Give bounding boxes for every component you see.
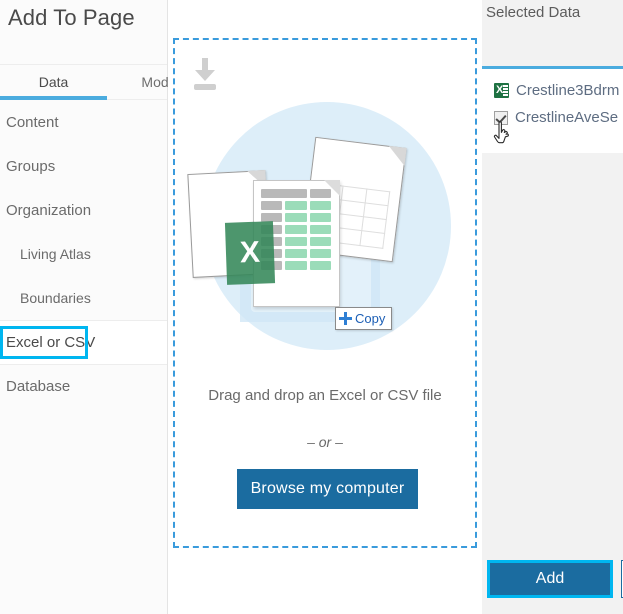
or-separator-label: – or –	[307, 434, 343, 450]
add-to-page-dialog: Add To Page Data Model Content Groups Or…	[0, 0, 623, 614]
dialog-footer: Add	[482, 550, 623, 614]
copy-badge-label: Copy	[355, 311, 386, 326]
main-content: X Copy Drag and drop an Excel or CSV fil…	[168, 0, 482, 614]
sidebar-item-boundaries[interactable]: Boundaries	[0, 276, 167, 320]
sidebar-item-organization[interactable]: Organization	[0, 188, 167, 232]
page-fold-corner	[386, 145, 407, 166]
list-item-label: CrestlineAveSe	[515, 109, 619, 126]
page-title: Add To Page	[8, 5, 135, 30]
drag-copy-badge: Copy	[335, 307, 393, 330]
sidebar-item-label: Organization	[6, 201, 92, 219]
excel-logo-badge: X	[224, 221, 276, 285]
sidebar-item-database[interactable]: Database	[0, 364, 167, 408]
drop-instruction-text: Drag and drop an Excel or CSV file	[208, 387, 442, 404]
sidebar: Add To Page Data Model Content Groups Or…	[0, 0, 180, 614]
tab-data[interactable]: Data	[0, 65, 107, 100]
excel-file-icon: X	[494, 83, 509, 98]
sidebar-item-label: Database	[6, 378, 71, 395]
file-drop-zone[interactable]: X Copy Drag and drop an Excel or CSV fil…	[173, 38, 477, 548]
sidebar-item-label: Excel or CSV	[6, 334, 96, 351]
tab-bar: Data Model	[0, 64, 180, 100]
checkbox-icon[interactable]	[494, 110, 508, 125]
browse-my-computer-button[interactable]: Browse my computer	[237, 469, 418, 509]
excel-letter: X	[239, 235, 261, 270]
sidebar-item-content[interactable]: Content	[0, 100, 167, 144]
selected-data-panel: Selected Data X Crestline3Bdrm Crestline…	[482, 0, 623, 614]
sidebar-item-groups[interactable]: Groups	[0, 144, 167, 188]
sidebar-item-label: Living Atlas	[20, 246, 91, 262]
list-item[interactable]: CrestlineAveSe	[482, 104, 623, 131]
selected-data-list: X Crestline3Bdrm CrestlineAveSe	[482, 66, 623, 153]
sidebar-item-excel-or-csv[interactable]: Excel or CSV	[0, 320, 167, 364]
sidebar-item-label: Content	[6, 113, 59, 131]
list-item-label: Crestline3Bdrm	[516, 82, 620, 99]
tab-data-label: Data	[38, 74, 69, 90]
sidebar-item-label: Groups	[6, 157, 56, 175]
list-item[interactable]: X Crestline3Bdrm	[482, 77, 623, 104]
add-button[interactable]: Add	[487, 560, 613, 598]
download-icon	[194, 58, 216, 90]
sidebar-item-label: Boundaries	[20, 290, 91, 306]
selected-data-title: Selected Data	[486, 4, 581, 21]
sidebar-item-living-atlas[interactable]: Living Atlas	[0, 232, 167, 276]
plus-icon	[339, 312, 352, 325]
sidebar-nav: Content Groups Organization Living Atlas…	[0, 100, 167, 408]
excel-illustration: X Copy	[187, 102, 464, 352]
